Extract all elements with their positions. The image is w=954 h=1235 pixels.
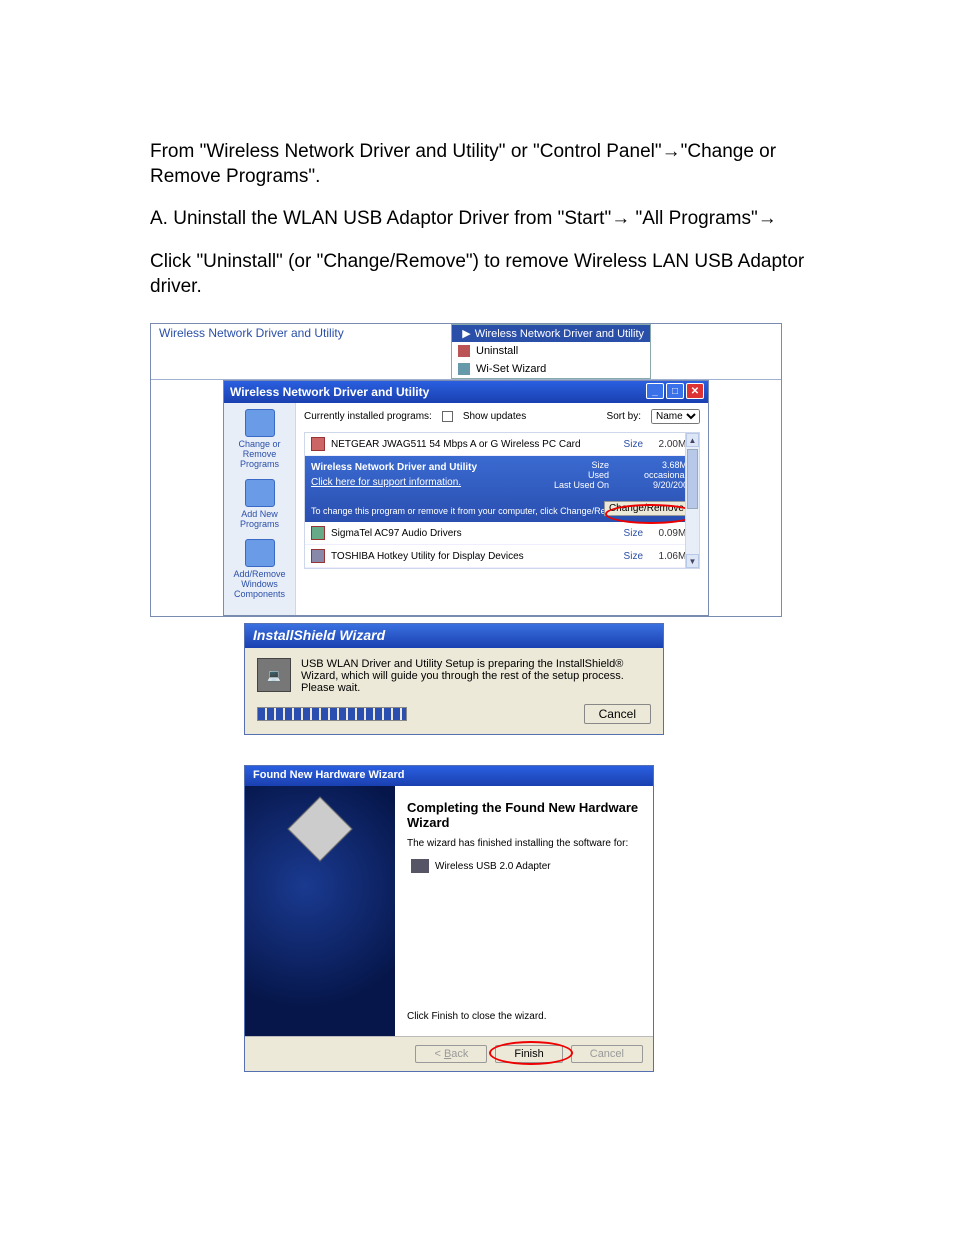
- wizard-titlebar: Found New Hardware Wizard: [245, 766, 653, 786]
- change-remove-button[interactable]: Change/Remove: [604, 501, 689, 516]
- submenu-title[interactable]: ▶ Wireless Network Driver and Utility: [452, 325, 650, 342]
- wizard-subtext: The wizard has finished installing the s…: [407, 838, 641, 849]
- category-windows-label: Add/Remove Windows Components: [226, 569, 293, 599]
- start-submenu: ▶ Wireless Network Driver and Utility Un…: [451, 324, 651, 379]
- wizard-banner: [245, 786, 395, 1036]
- doc-para-1: From "Wireless Network Driver and Utilit…: [150, 140, 824, 189]
- scroll-up-icon[interactable]: ▲: [686, 433, 699, 447]
- doc-para-3: Click "Uninstall" (or "Change/Remove") t…: [150, 250, 824, 299]
- size-label: Size: [613, 551, 643, 562]
- category-add-new[interactable]: Add New Programs: [226, 479, 293, 529]
- program-row-toshiba[interactable]: TOSHIBA Hotkey Utility for Display Devic…: [305, 545, 699, 568]
- scroll-down-icon[interactable]: ▼: [686, 554, 699, 568]
- show-updates-checkbox[interactable]: [442, 411, 453, 422]
- cancel-button[interactable]: Cancel: [584, 704, 651, 724]
- category-change-label: Change or Remove Programs: [226, 439, 293, 469]
- start-menu-bar: Wireless Network Driver and Utility ▶ Wi…: [151, 324, 781, 380]
- program-row-netgear[interactable]: NETGEAR JWAG511 54 Mbps A or G Wireless …: [305, 433, 699, 456]
- window-titlebar: Wireless Network Driver and Utility _ □ …: [224, 381, 708, 403]
- category-windows-components[interactable]: Add/Remove Windows Components: [226, 539, 293, 599]
- program-icon: [311, 437, 325, 451]
- wizard-close-instruction: Click Finish to close the wizard.: [407, 1003, 641, 1022]
- maximize-button[interactable]: □: [666, 383, 684, 399]
- close-button[interactable]: ✕: [686, 383, 704, 399]
- category-addnew-label: Add New Programs: [226, 509, 293, 529]
- device-icon: [411, 859, 429, 873]
- start-menu-item[interactable]: Wireless Network Driver and Utility: [151, 324, 352, 342]
- screenshot-add-remove-programs: Wireless Network Driver and Utility ▶ Wi…: [150, 323, 782, 617]
- program-name: SigmaTel AC97 Audio Drivers: [331, 528, 613, 539]
- add-new-icon: [245, 479, 275, 507]
- minimize-button[interactable]: _: [646, 383, 664, 399]
- wiset-icon: [458, 363, 470, 375]
- device-name: Wireless USB 2.0 Adapter: [435, 861, 551, 872]
- submenu-title-text: Wireless Network Driver and Utility: [475, 328, 644, 340]
- back-button: < Back: [415, 1045, 487, 1063]
- program-name: NETGEAR JWAG511 54 Mbps A or G Wireless …: [331, 439, 613, 450]
- category-change-remove[interactable]: Change or Remove Programs: [226, 409, 293, 469]
- scroll-thumb[interactable]: [687, 449, 698, 509]
- sort-by-label: Sort by:: [607, 411, 641, 422]
- program-row-selected-wireless[interactable]: Wireless Network Driver and Utility Clic…: [305, 456, 699, 522]
- left-category-panel: Change or Remove Programs Add New Progra…: [224, 403, 296, 615]
- window-title-text: Wireless Network Driver and Utility: [230, 385, 429, 399]
- size-label: Size: [613, 439, 643, 450]
- size-label: Size: [613, 528, 643, 539]
- doc-para-2: A. Uninstall the WLAN USB Adaptor Driver…: [150, 207, 824, 232]
- programs-panel: Currently installed programs: Show updat…: [296, 403, 708, 615]
- screenshot-found-new-hardware: Found New Hardware Wizard Completing the…: [244, 765, 654, 1072]
- submenu-item-wiset[interactable]: Wi-Set Wizard: [452, 360, 650, 378]
- program-icon: [311, 549, 325, 563]
- sel-size-label: Size: [591, 460, 609, 470]
- installshield-titlebar: InstallShield Wizard: [245, 624, 663, 648]
- program-name: TOSHIBA Hotkey Utility for Display Devic…: [331, 551, 613, 562]
- screenshot-installshield: InstallShield Wizard 💻 USB WLAN Driver a…: [244, 623, 664, 735]
- finish-button[interactable]: Finish: [495, 1045, 562, 1063]
- sel-used-label: Used: [588, 470, 609, 480]
- program-list-scrollbar[interactable]: ▲ ▼: [685, 433, 699, 568]
- wizard-heading: Completing the Found New Hardware Wizard: [407, 800, 641, 830]
- submenu-item-uninstall[interactable]: Uninstall: [452, 342, 650, 360]
- program-row-sigmatel[interactable]: SigmaTel AC97 Audio Drivers Size 0.09MB: [305, 522, 699, 545]
- support-info-link[interactable]: Click here for support information.: [311, 477, 693, 488]
- uninstall-icon: [458, 345, 470, 357]
- hardware-icon: [287, 797, 352, 862]
- submenu-uninstall-label: Uninstall: [476, 345, 518, 357]
- selected-program-name: Wireless Network Driver and Utility: [311, 462, 693, 473]
- windows-components-icon: [245, 539, 275, 567]
- submenu-wiset-label: Wi-Set Wizard: [476, 363, 546, 375]
- show-updates-label: Show updates: [463, 411, 526, 422]
- installshield-message: USB WLAN Driver and Utility Setup is pre…: [301, 658, 651, 694]
- change-remove-icon: [245, 409, 275, 437]
- chevron-right-icon: ▶: [462, 327, 470, 340]
- cancel-button: Cancel: [571, 1045, 643, 1063]
- progress-bar: [257, 707, 407, 721]
- sort-by-select[interactable]: Name: [651, 409, 700, 424]
- program-icon: [311, 526, 325, 540]
- computer-icon: 💻: [257, 658, 291, 692]
- sel-last-label: Last Used On: [554, 480, 609, 490]
- currently-installed-label: Currently installed programs:: [304, 411, 432, 422]
